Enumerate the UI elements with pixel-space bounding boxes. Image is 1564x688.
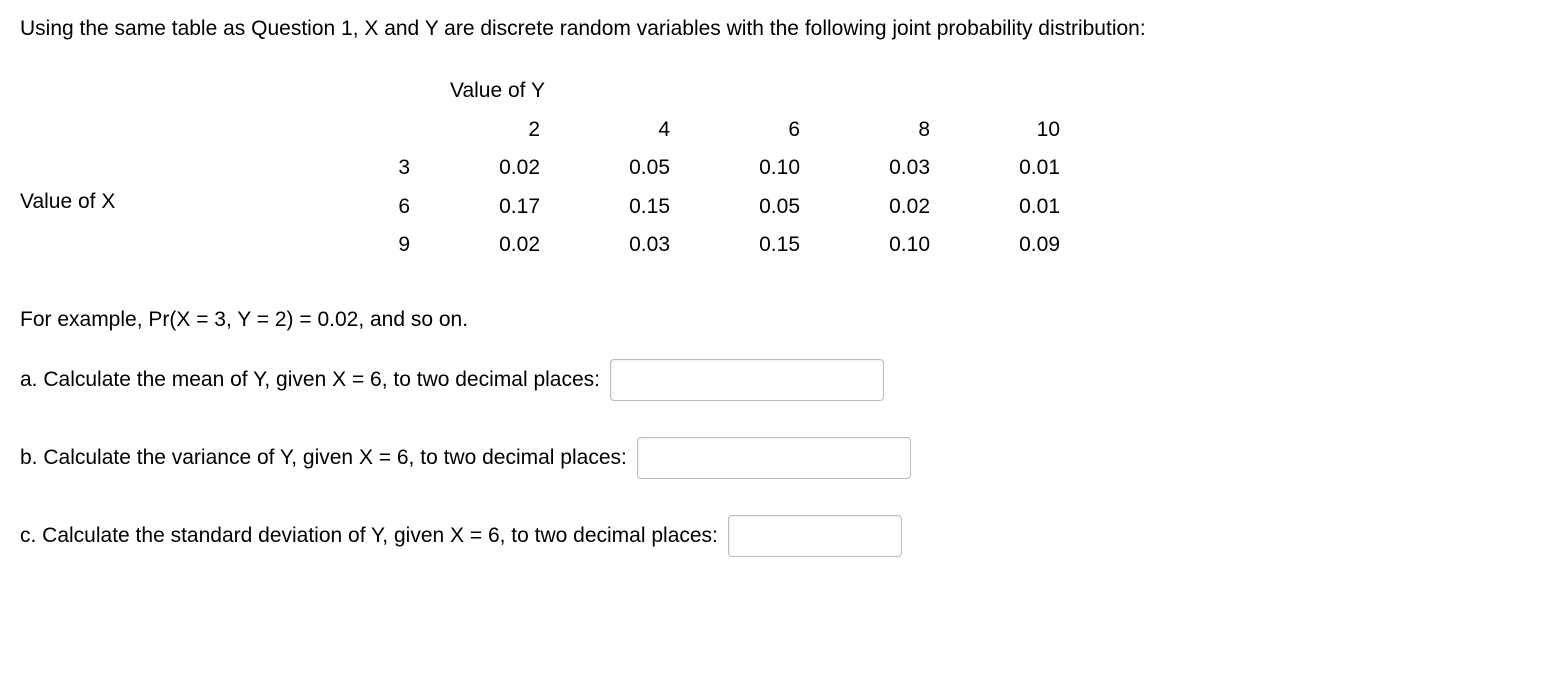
table-row: 6 0.17 0.15 0.05 0.02 0.01 xyxy=(240,188,1060,226)
question-a-text: a. Calculate the mean of Y, given X = 6,… xyxy=(20,365,600,395)
prob-cell: 0.05 xyxy=(540,149,670,187)
prob-cell: 0.17 xyxy=(410,188,540,226)
prob-cell: 0.10 xyxy=(800,226,930,264)
question-b: b. Calculate the variance of Y, given X … xyxy=(20,437,1544,479)
answer-b-input[interactable] xyxy=(637,437,911,479)
question-lead: Using the same table as Question 1, X an… xyxy=(20,14,1544,44)
joint-distribution-table: Value of X Value of Y 2 4 6 8 10 3 0.02 … xyxy=(20,72,1544,264)
question-c-text: c. Calculate the standard deviation of Y… xyxy=(20,521,718,551)
y-col-header: 2 xyxy=(410,111,540,149)
question-b-text: b. Calculate the variance of Y, given X … xyxy=(20,443,627,473)
prob-cell: 0.03 xyxy=(540,226,670,264)
x-row-header: 6 xyxy=(240,188,410,226)
table-row: 3 0.02 0.05 0.10 0.03 0.01 xyxy=(240,149,1060,187)
y-col-header: 6 xyxy=(670,111,800,149)
prob-cell: 0.02 xyxy=(800,188,930,226)
y-axis-label: Value of Y xyxy=(410,72,1060,110)
question-c: c. Calculate the standard deviation of Y… xyxy=(20,515,1544,557)
prob-cell: 0.02 xyxy=(410,149,540,187)
prob-cell: 0.01 xyxy=(930,149,1060,187)
prob-cell: 0.03 xyxy=(800,149,930,187)
prob-cell: 0.02 xyxy=(410,226,540,264)
prob-cell: 0.09 xyxy=(930,226,1060,264)
x-axis-label: Value of X xyxy=(20,119,240,217)
prob-cell: 0.15 xyxy=(670,226,800,264)
example-text: For example, Pr(X = 3, Y = 2) = 0.02, an… xyxy=(20,305,1544,335)
answer-c-input[interactable] xyxy=(728,515,902,557)
x-row-header: 3 xyxy=(240,149,410,187)
y-col-header: 10 xyxy=(930,111,1060,149)
prob-cell: 0.15 xyxy=(540,188,670,226)
table-row: 9 0.02 0.03 0.15 0.10 0.09 xyxy=(240,226,1060,264)
y-col-header: 8 xyxy=(800,111,930,149)
y-col-header: 4 xyxy=(540,111,670,149)
answer-a-input[interactable] xyxy=(610,359,884,401)
prob-cell: 0.01 xyxy=(930,188,1060,226)
question-a: a. Calculate the mean of Y, given X = 6,… xyxy=(20,359,1544,401)
x-row-header: 9 xyxy=(240,226,410,264)
prob-cell: 0.10 xyxy=(670,149,800,187)
prob-cell: 0.05 xyxy=(670,188,800,226)
